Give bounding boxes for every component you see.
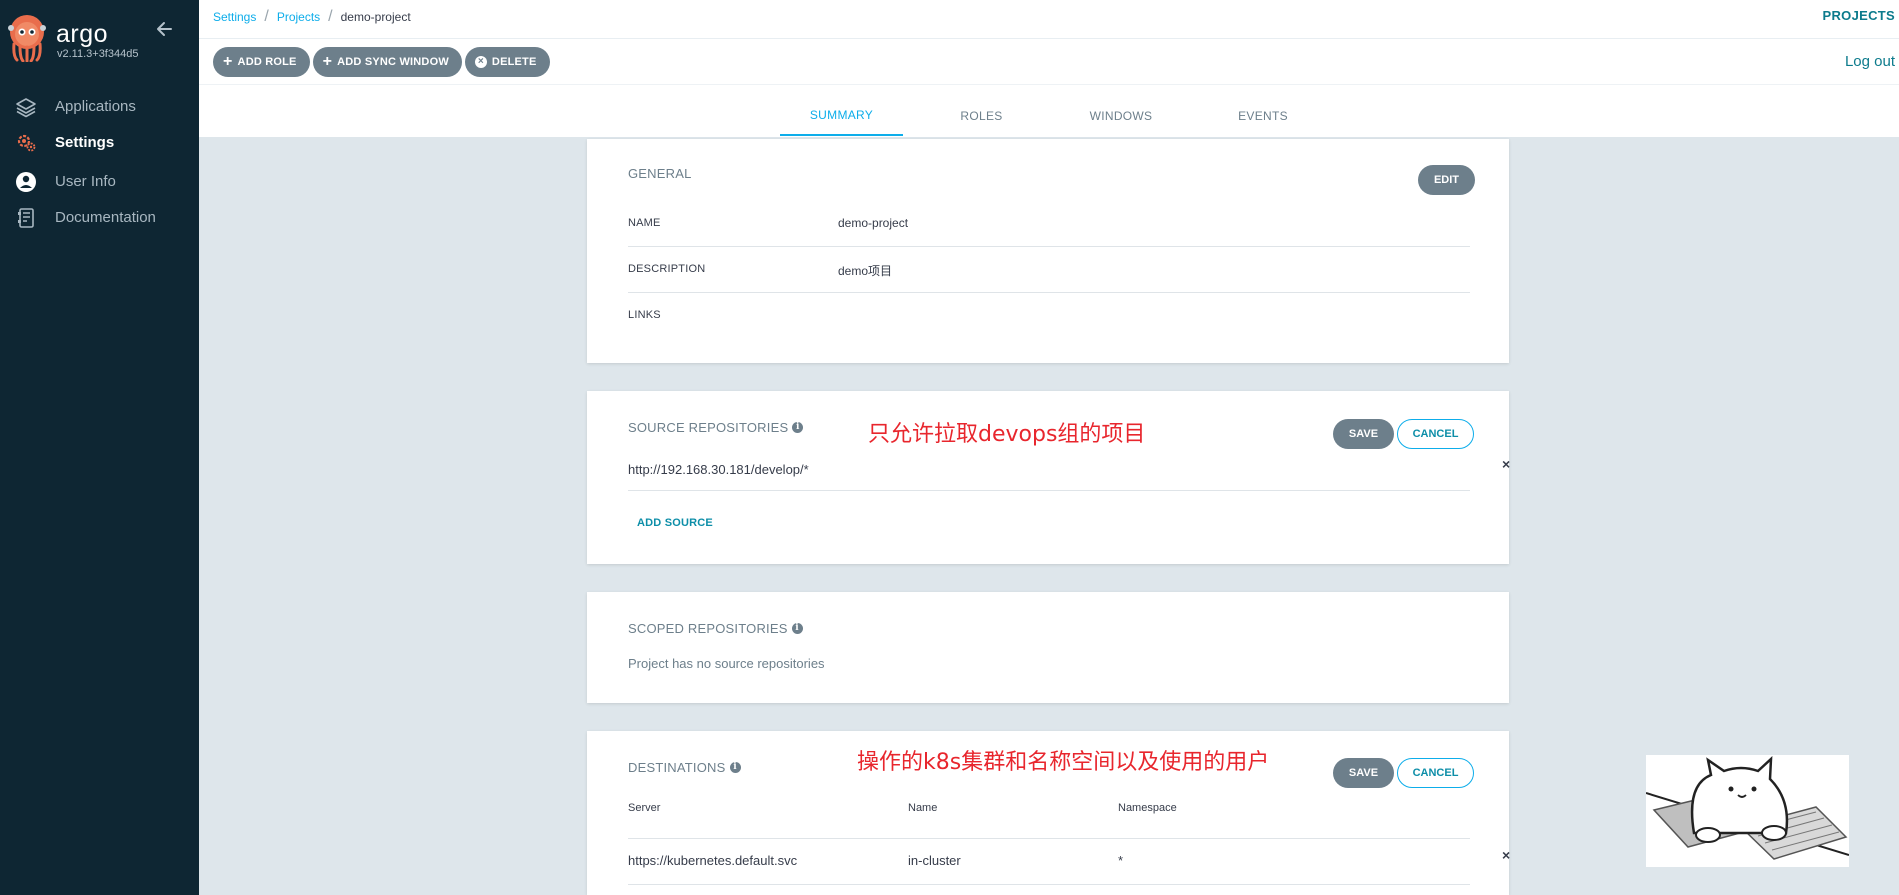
tab-bar: SUMMARY ROLES WINDOWS EVENTS [780,96,1344,136]
sidebar-item-label: User Info [55,172,116,190]
breadcrumb-settings[interactable]: Settings [213,10,256,24]
general-row-links: LINKS [628,293,1470,333]
logo-text: argo [56,20,109,48]
page-title: PROJECTS [1822,8,1895,23]
divider [199,84,1899,85]
save-button[interactable]: SAVE [1333,758,1394,788]
sidebar-item-settings[interactable]: Settings [0,124,199,160]
tab-summary[interactable]: SUMMARY [780,96,903,136]
gear-icon [17,134,36,152]
destination-name: in-cluster [908,853,961,868]
tab-windows[interactable]: WINDOWS [1060,96,1182,136]
destinations-title: DESTINATIONS i [628,760,741,775]
add-role-label: ADD ROLE [237,56,297,68]
add-role-button[interactable]: + ADD ROLE [213,47,310,77]
cat-sticker-image [1646,755,1849,867]
edit-button[interactable]: EDIT [1418,165,1475,195]
sidebar-item-documentation[interactable]: Documentation [0,199,199,235]
book-icon [18,208,34,228]
argo-octopus-icon [8,15,46,62]
row-label: LINKS [628,309,661,321]
plus-icon: + [223,53,233,70]
source-repositories-title: SOURCE REPOSITORIES i [628,420,804,435]
divider [199,38,1899,39]
delete-circle-icon: × [474,56,487,68]
remove-destination-icon[interactable]: × [1502,847,1510,863]
tab-events[interactable]: EVENTS [1182,96,1344,136]
user-icon [16,172,36,192]
empty-state-text: Project has no source repositories [628,656,825,671]
column-header-server: Server [628,802,661,814]
plus-icon: + [322,53,333,70]
sidebar-item-label: Settings [55,133,115,151]
table-row: https://kubernetes.default.svc in-cluste… [628,839,1510,885]
general-card: GENERAL EDIT NAME demo-project DESCRIPTI… [587,139,1509,363]
sidebar-item-user-info[interactable]: User Info [0,163,199,199]
row-label: DESCRIPTION [628,263,706,275]
general-title: GENERAL [628,166,692,181]
annotation-text: 只允许拉取devops组的项目 [868,422,1146,447]
sidebar-item-label: Documentation [55,208,156,226]
tab-roles[interactable]: ROLES [903,96,1060,136]
general-row-description: DESCRIPTION demo项目 [628,247,1470,293]
breadcrumb-separator: / [328,8,333,25]
destination-namespace: * [1118,853,1124,868]
scoped-repositories-title-text: SCOPED REPOSITORIES [628,621,788,636]
top-bar: Settings / Projects / demo-project PROJE… [199,0,1899,137]
destinations-header-row: Server Name Namespace [628,793,1470,839]
column-header-namespace: Namespace [1118,802,1177,814]
sidebar-item-applications[interactable]: Applications [0,88,199,124]
general-title-text: GENERAL [628,166,692,181]
add-sync-window-button[interactable]: + ADD SYNC WINDOW [312,47,462,77]
scoped-repositories-card: SCOPED REPOSITORIES i Project has no sou… [587,592,1509,703]
info-icon[interactable]: i [792,422,804,433]
breadcrumb: Settings / Projects / demo-project [213,8,411,26]
layers-icon [16,98,36,118]
annotation-text: 操作的k8s集群和名称空间以及使用的用户 [857,750,1270,775]
destinations-card: DESTINATIONS i 操作的k8s集群和名称空间以及使用的用户 SAVE… [587,731,1510,895]
general-row-name: NAME demo-project [628,207,1470,247]
add-sync-window-label: ADD SYNC WINDOW [337,56,449,68]
source-repositories-card: SOURCE REPOSITORIES i 只允许拉取devops组的项目 SA… [587,391,1510,564]
sidebar-nav: Applications Settings User Info Document… [0,88,199,235]
info-icon[interactable]: i [791,623,803,634]
breadcrumb-current: demo-project [340,10,411,24]
breadcrumb-projects[interactable]: Projects [277,10,320,24]
version-label: v2.11.3+3f344d5 [57,48,139,60]
destinations-title-text: DESTINATIONS [628,760,726,775]
sidebar: argo v2.11.3+3f344d5 Applications Settin… [0,0,199,895]
breadcrumb-separator: / [264,8,269,25]
delete-button[interactable]: × DELETE [464,47,550,77]
project-description-value: demo项目 [838,264,893,278]
save-button[interactable]: SAVE [1333,419,1394,449]
collapse-arrow-icon[interactable] [154,18,176,40]
delete-label: DELETE [491,56,537,68]
info-icon[interactable]: i [729,762,741,773]
source-repo-value: http://192.168.30.181/develop/* [628,462,809,477]
cancel-button[interactable]: CANCEL [1397,419,1474,449]
destination-server: https://kubernetes.default.svc [628,853,798,868]
add-source-button[interactable]: ADD SOURCE [637,517,713,529]
sidebar-item-label: Applications [55,97,136,115]
scoped-repositories-title: SCOPED REPOSITORIES i [628,621,803,636]
source-repo-row: http://192.168.30.181/develop/* × [628,453,1510,491]
column-header-name: Name [908,802,938,814]
cancel-button[interactable]: CANCEL [1397,758,1474,788]
remove-source-icon[interactable]: × [1502,456,1510,472]
source-repositories-title-text: SOURCE REPOSITORIES [628,420,789,435]
project-name-value: demo-project [838,216,909,230]
row-label: NAME [628,217,661,229]
logout-link[interactable]: Log out [1845,53,1895,70]
toolbar: + ADD ROLE + ADD SYNC WINDOW × DELETE [213,47,550,77]
